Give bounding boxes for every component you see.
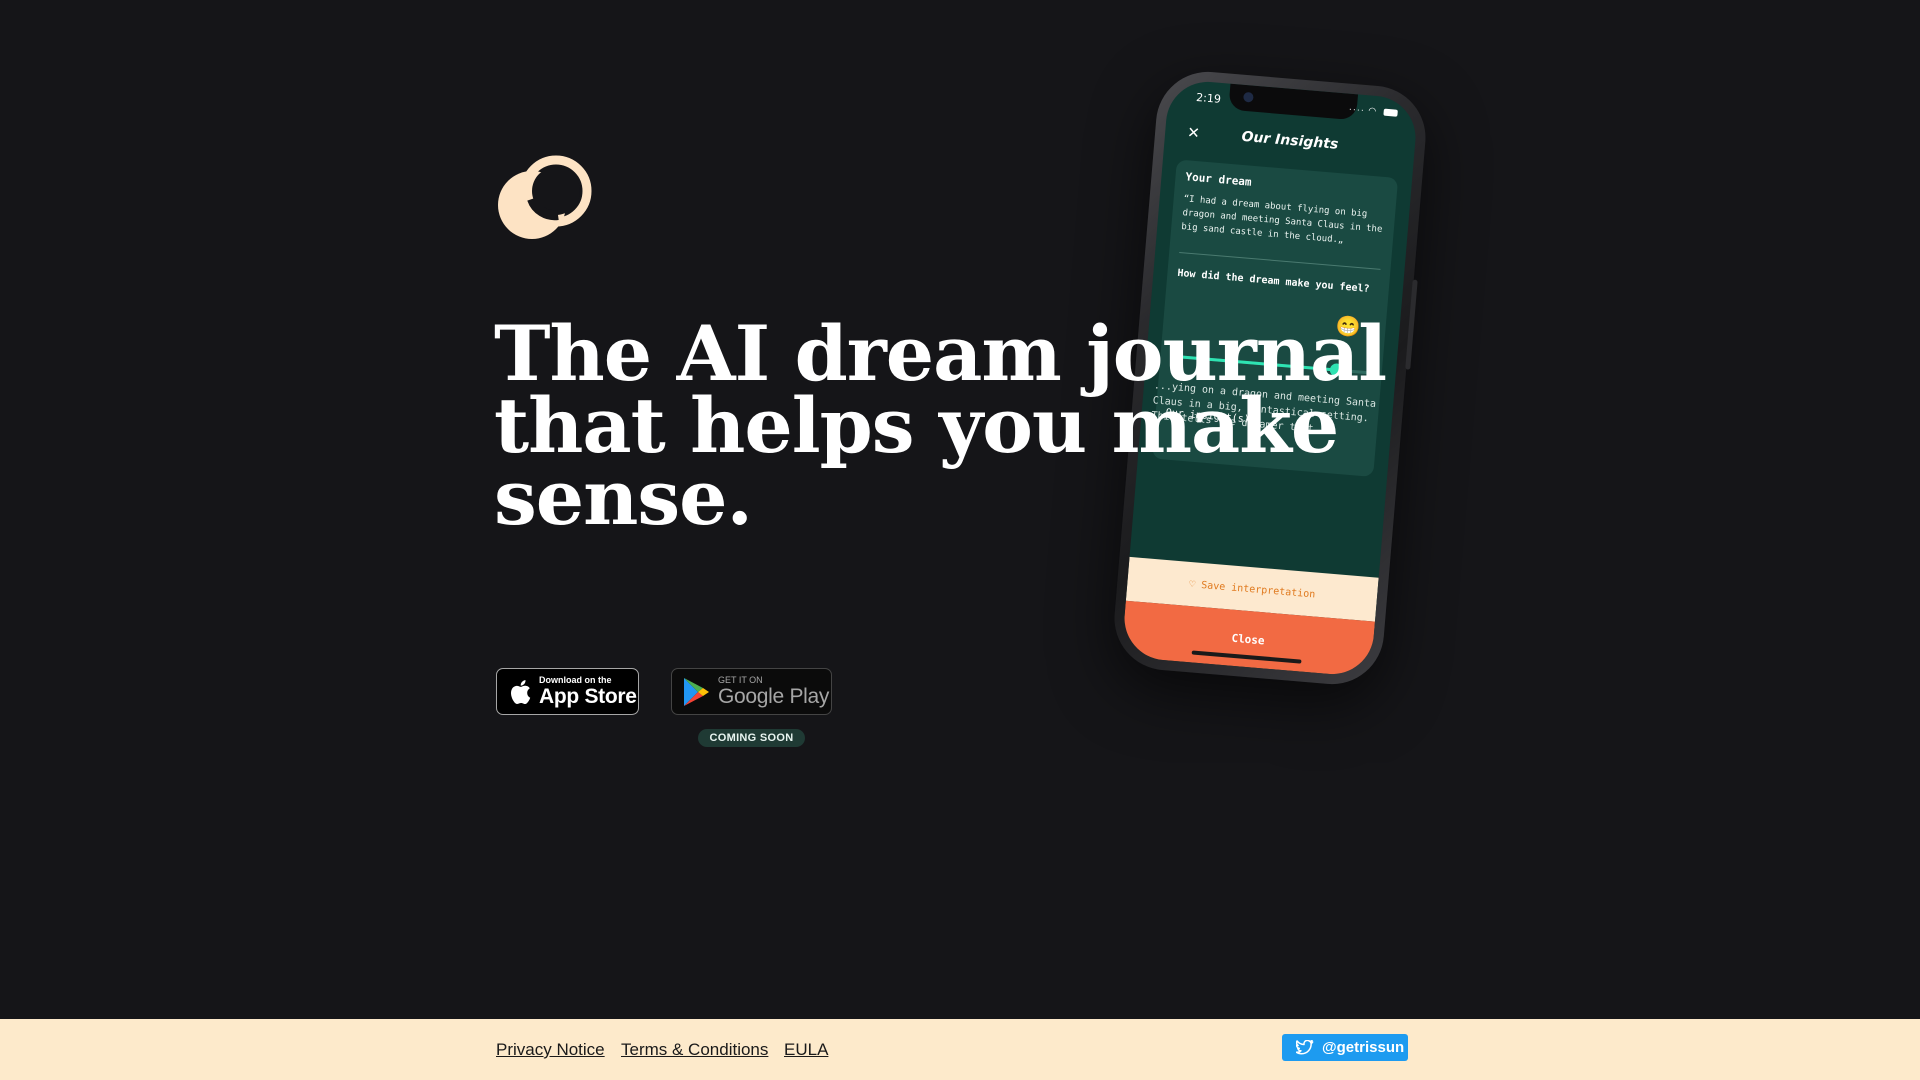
wifi-icon: ◠	[1367, 105, 1378, 117]
battery-icon	[1383, 108, 1398, 117]
twitter-handle: @getrissun	[1322, 1039, 1405, 1056]
privacy-notice-link[interactable]: Privacy Notice	[496, 1040, 605, 1060]
hero-headline: The AI dream journal that helps you make…	[494, 309, 1387, 542]
close-label: Close	[1231, 631, 1266, 647]
app-store-texts: Download on the App Store	[539, 675, 637, 708]
google-play-badge[interactable]: GET IT ON Google Play	[671, 668, 832, 715]
coming-soon-badge: COMING SOON	[698, 729, 805, 747]
insights-title: Our Insights	[1240, 128, 1339, 153]
logo-rings-icon[interactable]	[496, 155, 596, 255]
heart-icon: ♡	[1188, 578, 1196, 590]
status-icons: ···· ◠	[1348, 104, 1398, 119]
twitter-icon	[1296, 1040, 1314, 1055]
app-store-small: Download on the	[539, 675, 612, 685]
landing-page: 2:19 ···· ◠ ✕ Our Insights Your dream “I…	[0, 0, 1920, 1080]
app-store-big: App Store	[539, 685, 637, 708]
camera-icon	[1243, 91, 1254, 103]
google-play-texts: GET IT ON Google Play	[718, 675, 830, 708]
dream-text: “I had a dream about flying on big drago…	[1180, 194, 1383, 246]
terms-link[interactable]: Terms & Conditions	[621, 1040, 768, 1060]
signal-icon: ····	[1348, 103, 1366, 115]
home-indicator	[1191, 650, 1302, 664]
google-play-icon	[684, 677, 709, 706]
status-time: 2:19	[1195, 90, 1222, 106]
eula-link[interactable]: EULA	[784, 1040, 828, 1060]
feel-question: How did the dream make you feel?	[1176, 267, 1370, 295]
apple-icon	[511, 679, 531, 704]
dream-label: Your dream	[1185, 170, 1253, 189]
card-divider	[1179, 251, 1381, 270]
google-play-small: GET IT ON	[718, 675, 763, 685]
save-label: Save interpretation	[1200, 579, 1316, 601]
twitter-button[interactable]: @getrissun	[1282, 1034, 1408, 1061]
footer: Privacy Notice Terms & Conditions EULA @…	[0, 1019, 1920, 1080]
app-store-badge[interactable]: Download on the App Store	[496, 668, 639, 715]
google-play-big: Google Play	[718, 685, 830, 708]
